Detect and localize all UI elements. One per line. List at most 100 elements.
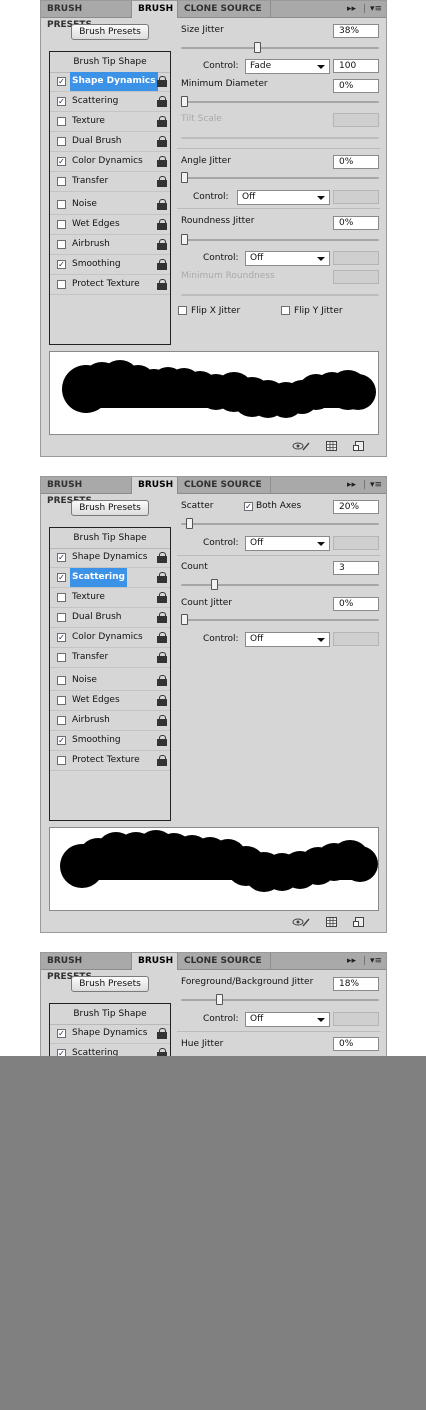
option-dual-brush[interactable]: Dual Brush [50,132,170,152]
collapse-icon[interactable]: ▸▸ [347,1,356,17]
option-checkbox[interactable] [57,613,66,622]
roundness-jitter-input[interactable]: 0% [333,216,379,230]
option-checkbox[interactable] [57,756,66,765]
option-protect-texture[interactable]: Protect Texture [50,751,170,771]
lock-icon[interactable] [157,592,167,603]
lock-icon[interactable] [157,632,167,643]
option-label[interactable]: Shape Dynamics [70,1024,149,1043]
count-control-dropdown[interactable]: Off [245,632,330,647]
brush-tip-shape-item[interactable]: Brush Tip Shape [50,52,170,73]
option-label[interactable]: Airbrush [70,711,112,730]
option-checkbox[interactable]: ✓ [57,553,66,562]
brush-grid-icon[interactable] [326,441,337,451]
option-label[interactable]: Scattering [70,92,120,111]
option-checkbox[interactable] [57,676,66,685]
option-shape-dynamics[interactable]: ✓ Shape Dynamics [50,548,170,568]
option-label[interactable]: Shape Dynamics [70,72,158,91]
lock-icon[interactable] [157,96,167,107]
lock-icon[interactable] [157,755,167,766]
slider-thumb[interactable] [185,518,193,529]
count-slider[interactable] [181,579,379,590]
flip-x-checkbox[interactable] [178,306,187,315]
option-scattering[interactable]: ✓ Scattering [50,92,170,112]
option-label[interactable]: Noise [70,671,99,690]
angle-jitter-input[interactable]: 0% [333,155,379,169]
hue-jitter-input[interactable]: 0% [333,1037,379,1051]
tab-brush-presets[interactable]: BRUSH PRESETS [41,953,132,982]
option-checkbox[interactable]: ✓ [57,157,66,166]
option-label[interactable]: Transfer [70,648,110,667]
option-label[interactable]: Dual Brush [70,608,123,627]
option-airbrush[interactable]: Airbrush [50,235,170,255]
panel-menu-icon[interactable]: ▾≡ [370,953,382,969]
slider-thumb[interactable] [210,579,218,590]
option-checkbox[interactable]: ✓ [57,1029,66,1038]
option-checkbox[interactable] [57,177,66,186]
option-checkbox[interactable] [57,653,66,662]
option-color-dynamics[interactable]: ✓ Color Dynamics [50,152,170,172]
count-jitter-slider[interactable] [181,614,379,625]
option-checkbox[interactable] [57,117,66,126]
option-checkbox[interactable] [57,696,66,705]
option-checkbox[interactable]: ✓ [57,260,66,269]
scatter-control-dropdown[interactable]: Off [245,536,330,551]
option-label[interactable]: Smoothing [70,255,123,274]
lock-icon[interactable] [157,1028,167,1039]
option-airbrush[interactable]: Airbrush [50,711,170,731]
brush-tip-shape-item[interactable]: Brush Tip Shape [50,528,170,549]
slider-thumb[interactable] [181,234,188,245]
option-label[interactable]: Noise [70,195,99,214]
option-dual-brush[interactable]: Dual Brush [50,608,170,628]
option-smoothing[interactable]: ✓ Smoothing [50,731,170,751]
fg-bg-control-dropdown[interactable]: Off [245,1012,330,1027]
minimum-diameter-input[interactable]: 0% [333,79,379,93]
lock-icon[interactable] [157,116,167,127]
scatter-slider[interactable] [181,518,379,529]
lock-icon[interactable] [157,675,167,686]
option-label[interactable]: Texture [70,588,107,607]
lock-icon[interactable] [157,259,167,270]
option-texture[interactable]: Texture [50,588,170,608]
size-jitter-input[interactable]: 38% [333,24,379,38]
option-label[interactable]: Wet Edges [70,691,122,710]
option-checkbox[interactable]: ✓ [57,77,66,86]
option-label[interactable]: Wet Edges [70,215,122,234]
option-label[interactable]: Transfer [70,172,110,191]
lock-icon[interactable] [157,176,167,187]
option-smoothing[interactable]: ✓ Smoothing [50,255,170,275]
lock-icon[interactable] [157,715,167,726]
tab-clone-source[interactable]: CLONE SOURCE [178,953,271,969]
option-color-dynamics[interactable]: ✓ Color Dynamics [50,628,170,648]
tab-brush[interactable]: BRUSH [132,953,178,970]
slider-thumb[interactable] [254,42,262,53]
lock-icon[interactable] [157,735,167,746]
panel-menu-icon[interactable]: ▾≡ [370,1,382,17]
lock-icon[interactable] [157,572,167,583]
option-protect-texture[interactable]: Protect Texture [50,275,170,295]
option-checkbox[interactable]: ✓ [57,573,66,582]
count-input[interactable]: 3 [333,561,379,575]
option-label[interactable]: Texture [70,112,107,131]
panel-menu-icon[interactable]: ▾≡ [370,477,382,493]
option-label[interactable]: Shape Dynamics [70,548,149,567]
toggle-live-tip-icon[interactable] [292,441,310,451]
brush-grid-icon[interactable] [326,917,337,927]
toggle-live-tip-icon[interactable] [292,917,310,927]
fg-bg-jitter-slider[interactable] [181,994,379,1005]
slider-thumb[interactable] [181,172,188,183]
lock-icon[interactable] [157,199,167,210]
lock-icon[interactable] [157,612,167,623]
tab-brush-presets[interactable]: BRUSH PRESETS [41,477,132,506]
collapse-icon[interactable]: ▸▸ [347,953,356,969]
minimum-diameter-slider[interactable] [181,96,379,107]
lock-icon[interactable] [157,136,167,147]
both-axes-checkbox[interactable]: ✓ [244,502,253,511]
option-checkbox[interactable] [57,200,66,209]
new-brush-icon[interactable] [353,441,364,451]
lock-icon[interactable] [157,279,167,290]
brush-tip-shape-item[interactable]: Brush Tip Shape [50,1004,170,1025]
option-transfer[interactable]: Transfer [50,648,170,668]
scatter-input[interactable]: 20% [333,500,379,514]
option-label[interactable]: Color Dynamics [70,152,145,171]
option-noise[interactable]: Noise [50,195,170,215]
